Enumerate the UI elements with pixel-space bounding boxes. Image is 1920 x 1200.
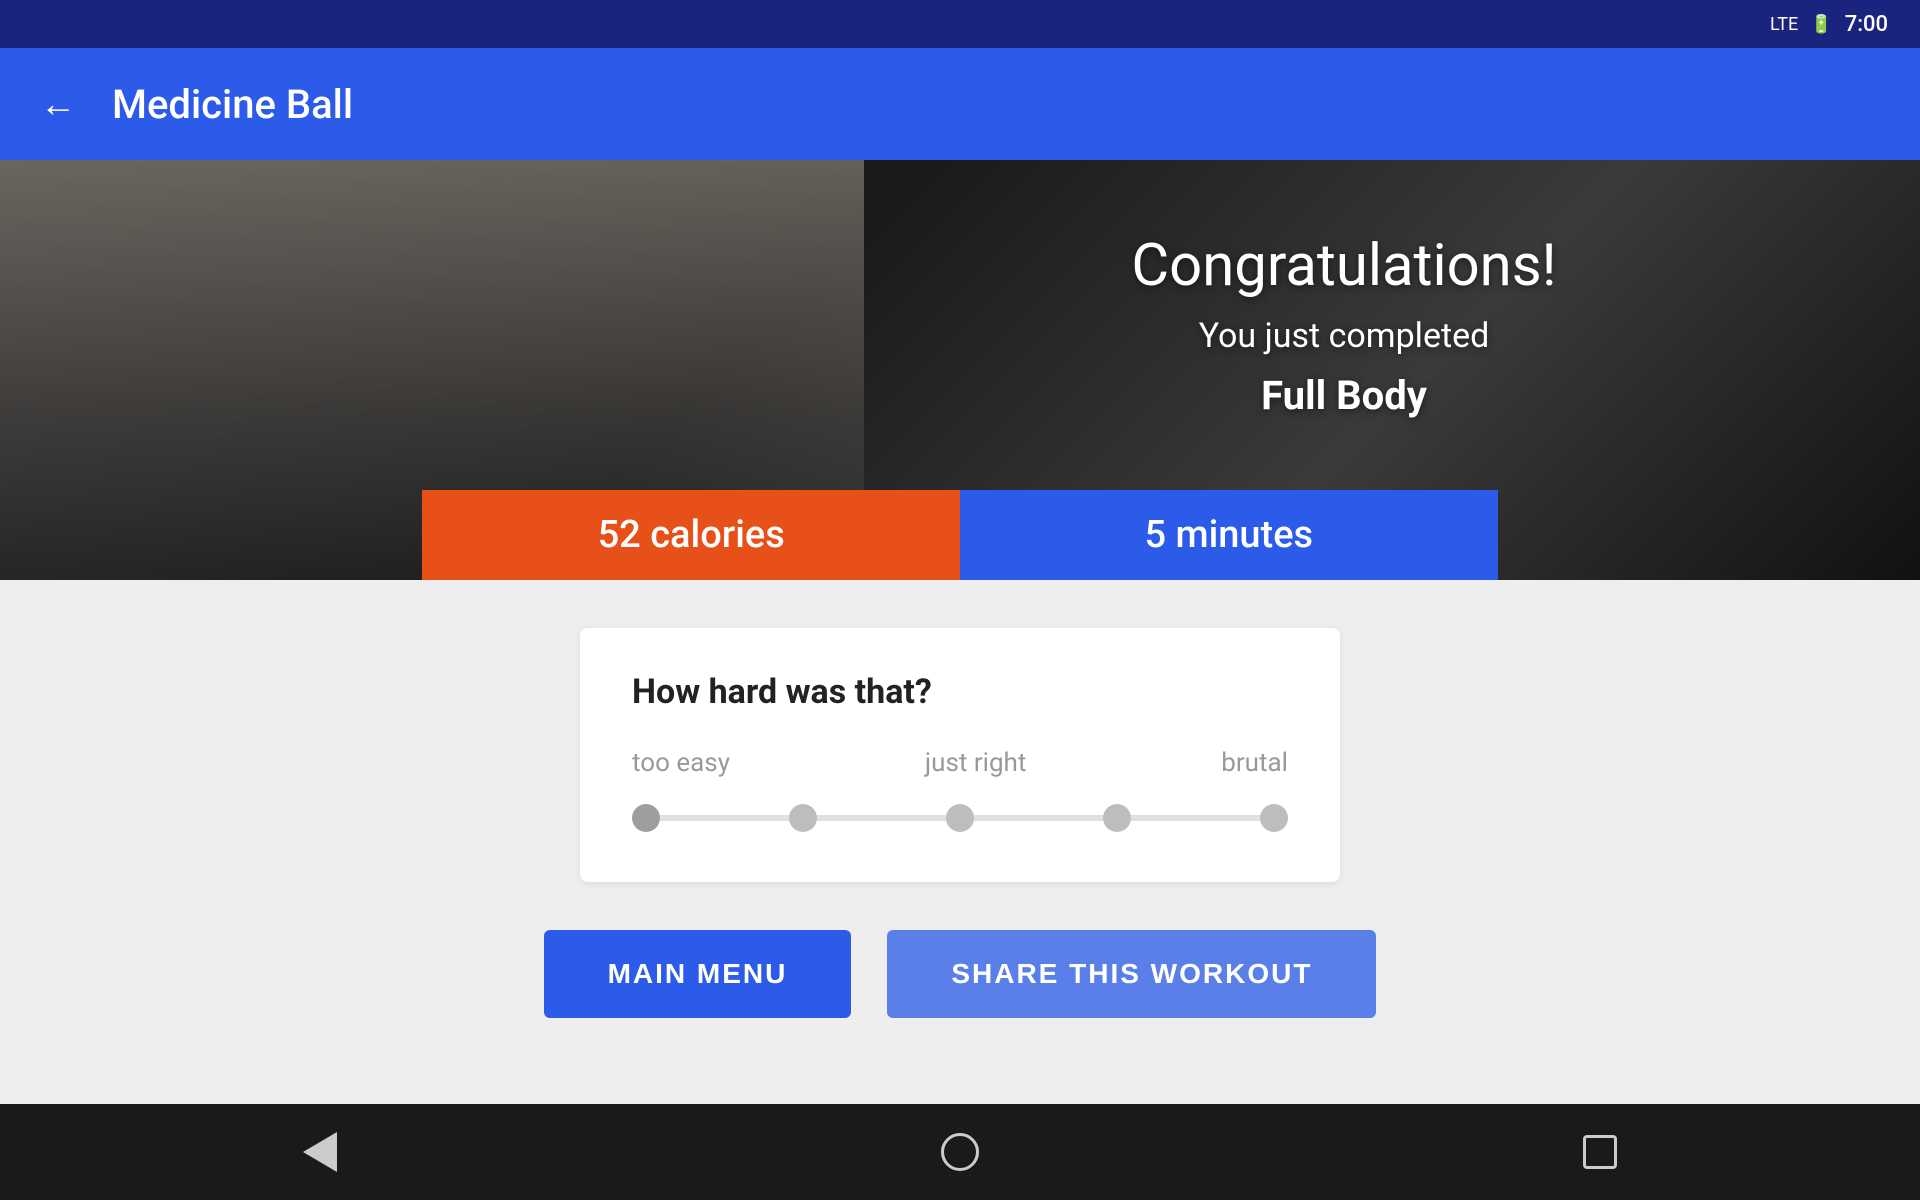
label-middle: just right [925,748,1027,778]
app-bar: ← Medicine Ball [0,48,1920,160]
difficulty-slider[interactable] [632,798,1288,838]
slider-dot-5 [1260,804,1288,832]
nav-back-button[interactable] [290,1122,350,1182]
back-button[interactable]: ← [40,83,76,125]
slider-dot-1 [632,804,660,832]
status-bar: LTE 🔋 7:00 [0,0,1920,48]
slider-track [632,815,1288,821]
hero-content: Congratulations! You just completed Full… [768,160,1920,490]
action-buttons: MAIN MENU SHARE THIS WORKOUT [544,930,1377,1018]
workout-name: Full Body [1261,372,1427,419]
hero-section: Congratulations! You just completed Full… [0,160,1920,580]
difficulty-question: How hard was that? [632,672,1288,712]
slider-dot-4 [1103,804,1131,832]
difficulty-card: How hard was that? too easy just right b… [580,628,1340,882]
main-menu-button[interactable]: MAIN MENU [544,930,852,1018]
back-triangle-icon [303,1132,337,1172]
share-workout-button[interactable]: SHARE THIS WORKOUT [887,930,1376,1018]
minutes-stat: 5 minutes [960,490,1498,580]
calories-stat: 52 calories [422,490,960,580]
battery-icon: 🔋 [1810,14,1832,35]
slider-dot-2 [789,804,817,832]
difficulty-labels: too easy just right brutal [632,748,1288,778]
label-hard: brutal [1221,748,1288,778]
stats-bar: 52 calories 5 minutes [422,490,1497,580]
main-content: How hard was that? too easy just right b… [0,580,1920,1104]
label-easy: too easy [632,748,730,778]
lte-icon: LTE [1770,14,1798,35]
time-display: 7:00 [1845,12,1888,37]
recents-square-icon [1583,1135,1617,1169]
nav-bar [0,1104,1920,1200]
congrats-text: Congratulations! [1131,232,1556,300]
slider-dots [632,804,1288,832]
slider-dot-3 [946,804,974,832]
home-circle-icon [941,1133,979,1171]
app-bar-title: Medicine Ball [112,81,353,128]
nav-recents-button[interactable] [1570,1122,1630,1182]
nav-home-button[interactable] [930,1122,990,1182]
completed-text: You just completed [1199,316,1490,356]
